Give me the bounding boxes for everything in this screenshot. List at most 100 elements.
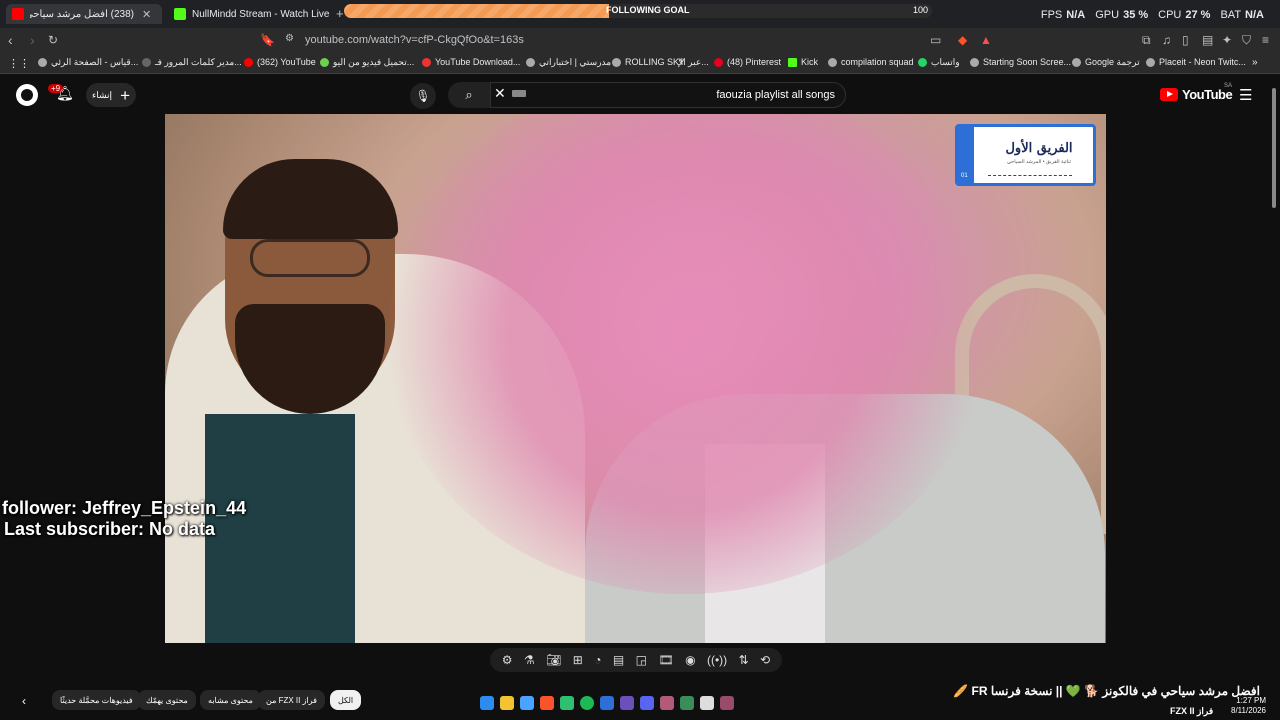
repeat-icon[interactable]: ⟲ <box>760 653 770 667</box>
forward-icon[interactable]: › <box>30 32 35 48</box>
reload-icon[interactable]: ↻ <box>48 33 58 47</box>
pip-icon[interactable]: ◲ <box>636 653 647 667</box>
app2-icon[interactable] <box>620 696 634 710</box>
rewards-icon[interactable]: ▲ <box>980 33 992 47</box>
bookmark-label: قياس - الصفحة الرئي... <box>51 57 139 67</box>
film-icon[interactable]: 🎞︎ <box>658 653 673 667</box>
team-card-overlay: 01 الفريق الأول ثنائية الفريق • المرشد ا… <box>955 124 1096 186</box>
globe-icon <box>970 57 979 67</box>
vpn-icon[interactable]: ⛉ <box>1242 33 1251 48</box>
bookmark-label: (362) YouTube <box>257 57 316 67</box>
chip-all[interactable]: الكل <box>330 690 362 710</box>
edge-icon[interactable] <box>520 696 534 710</box>
add-box-icon[interactable]: ⊞ <box>573 653 583 667</box>
obs-icon[interactable] <box>720 696 734 710</box>
bookmark-label: Starting Soon Scree... <box>983 57 1072 67</box>
chips-prev-icon[interactable]: ‹ <box>22 694 26 708</box>
cast-icon[interactable]: ▭ <box>930 33 941 47</box>
wallet-icon[interactable]: ▤ <box>1202 33 1213 47</box>
bookmark-item[interactable]: Placeit - Neon Twitc... <box>1146 57 1246 67</box>
hamburger-menu-icon[interactable]: ☰ <box>1239 86 1252 104</box>
clear-search-icon[interactable]: ✕ <box>494 85 506 102</box>
bookmark-item[interactable]: YouTube Download... <box>422 57 520 67</box>
chip-interest[interactable]: محتوى يهمّك <box>138 690 196 710</box>
ai-icon[interactable]: ✦ <box>1222 33 1232 47</box>
media-icon[interactable]: ♫ <box>1162 33 1171 47</box>
tab-title: (238) افضل مرشد سياحي في <box>30 8 134 20</box>
site-settings-icon[interactable]: ⚙ <box>285 33 294 44</box>
address-bar[interactable]: youtube.com/watch?v=cfP-CkgQfOo&t=163s <box>305 34 524 46</box>
windows-start-icon[interactable] <box>480 696 494 710</box>
bookmark-item[interactable]: (362) YouTube <box>244 57 316 67</box>
search-button[interactable]: ⌕ <box>448 82 490 108</box>
sidebar-icon[interactable]: ▯ <box>1182 33 1189 47</box>
cpu-value: 27 % <box>1185 9 1211 21</box>
mic-icon[interactable]: 🎙︎ <box>410 83 436 109</box>
tab-youtube[interactable]: (238) افضل مرشد سياحي في ✕ <box>6 4 162 24</box>
video-player[interactable] <box>165 114 1106 643</box>
speed-icon[interactable]: ◔ <box>594 653 601 667</box>
sort-icon[interactable]: ⇅ <box>739 653 749 667</box>
video-glasses <box>250 239 370 277</box>
tab-title: NullMindd Stream - Watch Live on K <box>192 8 332 20</box>
bell-icon[interactable]: 🔔︎ <box>56 85 74 102</box>
youtube-icon <box>244 57 253 67</box>
youtube-logo[interactable]: YouTube SA <box>1160 83 1233 102</box>
bookmark-item[interactable]: Kick <box>788 57 818 67</box>
keyboard-icon[interactable] <box>512 90 526 97</box>
video-title[interactable]: افضل مرشد سياحي في فالكونز 🐕 💚 || نسخة ف… <box>953 684 1260 698</box>
bookmark-item[interactable]: Google ترجمة <box>1072 57 1140 68</box>
discord-icon[interactable] <box>640 696 654 710</box>
menu-icon[interactable]: ≡ <box>1262 33 1269 47</box>
brave-icon[interactable] <box>540 696 554 710</box>
goal-progress-fill <box>344 4 609 18</box>
settings-icon[interactable]: ⚙ <box>502 653 513 667</box>
new-tab-button[interactable]: + <box>336 6 344 21</box>
chip-recent[interactable]: فيديوهات محمَّلة حديثًا <box>52 690 141 710</box>
bookmark-item[interactable]: مدير كلمات المرور فـ... <box>142 57 242 68</box>
tab-kick[interactable]: NullMindd Stream - Watch Live on K <box>170 4 332 24</box>
explorer-icon[interactable] <box>500 696 514 710</box>
spotify-icon[interactable] <box>580 696 594 710</box>
broadcast-icon[interactable]: ((•)) <box>707 653 727 667</box>
app3-icon[interactable] <box>660 696 674 710</box>
bookmark-item[interactable]: compilation squad <box>828 57 914 67</box>
clock-time: 1:27 PM <box>1236 696 1266 705</box>
logo-text: YouTube <box>1182 87 1233 102</box>
bookmark-item[interactable]: واتساب <box>918 57 960 68</box>
chip-similar[interactable]: محتوى مشابه <box>200 690 261 710</box>
bookmark-icon[interactable]: 🔖 <box>260 33 275 47</box>
system-stats: FPS N/A GPU 35 % CPU 27 % BAT N/A <box>1041 9 1270 21</box>
page-scrollbar[interactable] <box>1270 86 1278 646</box>
bookmark-item[interactable]: مدرستي | اختباراتي <box>526 57 611 68</box>
bookmark-item[interactable]: عبر الإ... <box>678 57 709 68</box>
tab-close-icon[interactable]: ✕ <box>142 8 151 21</box>
bookmark-item[interactable]: Starting Soon Scree... <box>970 57 1071 67</box>
goal-target: 100 <box>912 5 928 15</box>
app4-icon[interactable] <box>680 696 694 710</box>
back-icon[interactable]: ‹ <box>8 32 13 48</box>
bookmark-item[interactable]: قياس - الصفحة الرئي... <box>38 57 138 68</box>
app-icon[interactable] <box>600 696 614 710</box>
flask-icon[interactable]: ⚗ <box>524 653 535 667</box>
brave-shield-icon[interactable]: ◆ <box>958 33 967 47</box>
avatar[interactable] <box>16 84 38 106</box>
channel-tray-label: FZX II فراز <box>1170 706 1214 716</box>
eye-screen-icon[interactable]: ◉ <box>685 653 695 667</box>
bookmark-item[interactable]: تحميل فيديو من اليو... <box>320 57 414 68</box>
camera-icon[interactable]: 📷︎ <box>546 653 561 667</box>
scroll-thumb[interactable] <box>1272 88 1276 208</box>
create-button[interactable]: إنشاء + <box>86 83 136 107</box>
extensions-icon[interactable]: ⧉ <box>1142 33 1151 48</box>
more-bookmarks-icon[interactable]: » <box>1252 57 1258 68</box>
bookmark-item[interactable]: (48) Pinterest <box>714 57 781 67</box>
browser-toolbar: ‹ › ↻ 🔖 ⚙ youtube.com/watch?v=cfP-CkgQfO… <box>0 28 1280 52</box>
search-input[interactable]: faouzia playlist all songs <box>490 82 846 108</box>
chip-channel[interactable]: من FZX II فراز <box>258 690 325 710</box>
bookmark-item[interactable]: ROLLING SKY <box>612 57 685 67</box>
app5-icon[interactable] <box>700 696 714 710</box>
apps-icon[interactable]: ⋮⋮ <box>8 57 30 70</box>
key-icon <box>142 58 151 67</box>
window-icon[interactable]: ▤ <box>613 653 624 667</box>
store-icon[interactable] <box>560 696 574 710</box>
